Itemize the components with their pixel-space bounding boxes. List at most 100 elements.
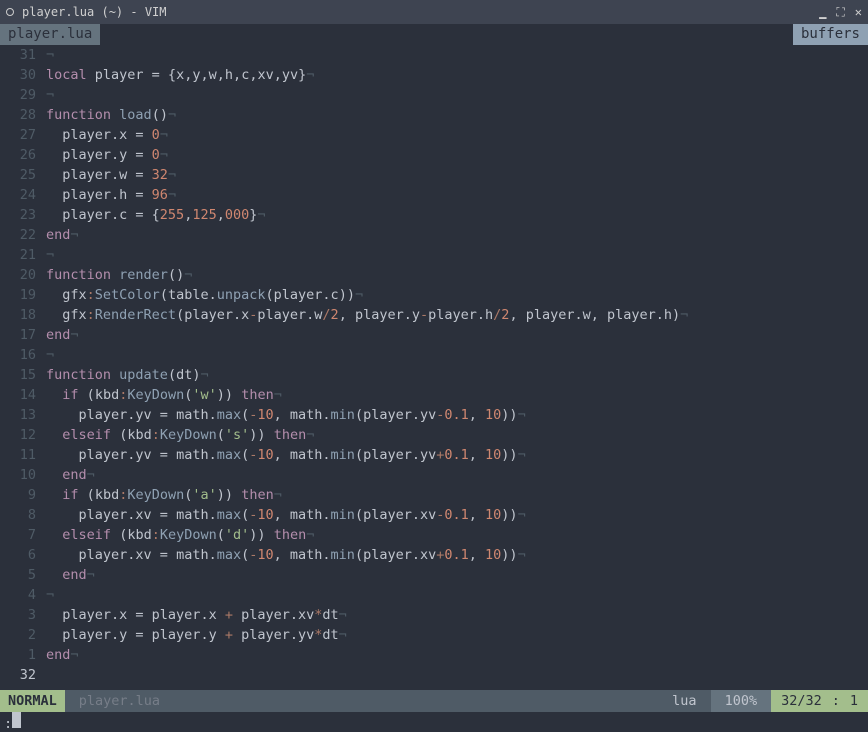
line-number: 11 <box>0 445 40 465</box>
code-line[interactable]: 10 end¬ <box>0 465 868 485</box>
code-line[interactable]: 29¬ <box>0 85 868 105</box>
code-content[interactable]: ¬ <box>40 85 868 105</box>
code-content[interactable]: if (kbd:KeyDown('a')) then¬ <box>40 485 868 505</box>
code-line[interactable]: 6 player.xv = math.max(-10, math.min(pla… <box>0 545 868 565</box>
line-number: 16 <box>0 345 40 365</box>
code-content[interactable]: player.xv = math.max(-10, math.min(playe… <box>40 545 868 565</box>
line-number: 25 <box>0 165 40 185</box>
code-line[interactable]: 16¬ <box>0 345 868 365</box>
code-line[interactable]: 15function update(dt)¬ <box>0 365 868 385</box>
code-content[interactable]: player.xv = math.max(-10, math.min(playe… <box>40 505 868 525</box>
code-line[interactable]: 30local player = {x,y,w,h,c,xv,yv}¬ <box>0 65 868 85</box>
code-line[interactable]: 24 player.h = 96¬ <box>0 185 868 205</box>
tab-buffers[interactable]: buffers <box>793 24 868 45</box>
code-content[interactable]: ¬ <box>40 585 868 605</box>
tab-bar: player.lua buffers <box>0 24 868 45</box>
code-line[interactable]: 32 <box>0 665 868 685</box>
code-content[interactable]: end¬ <box>40 565 868 585</box>
code-content[interactable]: player.x = player.x + player.xv*dt¬ <box>40 605 868 625</box>
code-line[interactable]: 20function render()¬ <box>0 265 868 285</box>
line-number: 14 <box>0 385 40 405</box>
code-line[interactable]: 26 player.y = 0¬ <box>0 145 868 165</box>
code-line[interactable]: 28function load()¬ <box>0 105 868 125</box>
tab-player-lua[interactable]: player.lua <box>0 24 100 45</box>
line-number: 15 <box>0 365 40 385</box>
code-line[interactable]: 8 player.xv = math.max(-10, math.min(pla… <box>0 505 868 525</box>
code-line[interactable]: 4¬ <box>0 585 868 605</box>
code-content[interactable]: function render()¬ <box>40 265 868 285</box>
status-mode: NORMAL <box>0 690 65 712</box>
status-bar: NORMAL player.lua lua 100% 32/32 : 1 <box>0 690 868 712</box>
line-number: 13 <box>0 405 40 425</box>
code-content[interactable]: player.h = 96¬ <box>40 185 868 205</box>
code-content[interactable]: ¬ <box>40 345 868 365</box>
code-line[interactable]: 18 gfx:RenderRect(player.x-player.w/2, p… <box>0 305 868 325</box>
code-line[interactable]: 14 if (kbd:KeyDown('w')) then¬ <box>0 385 868 405</box>
code-content[interactable]: function update(dt)¬ <box>40 365 868 385</box>
line-number: 1 <box>0 645 40 665</box>
line-number: 8 <box>0 505 40 525</box>
code-line[interactable]: 25 player.w = 32¬ <box>0 165 868 185</box>
line-number: 6 <box>0 545 40 565</box>
code-line[interactable]: 21¬ <box>0 245 868 265</box>
code-content[interactable] <box>40 665 868 685</box>
code-content[interactable]: local player = {x,y,w,h,c,xv,yv}¬ <box>40 65 868 85</box>
code-line[interactable]: 9 if (kbd:KeyDown('a')) then¬ <box>0 485 868 505</box>
status-percent: 100% <box>711 690 772 712</box>
line-number: 9 <box>0 485 40 505</box>
line-number: 10 <box>0 465 40 485</box>
code-content[interactable]: ¬ <box>40 45 868 65</box>
line-number: 27 <box>0 125 40 145</box>
line-number: 5 <box>0 565 40 585</box>
code-content[interactable]: player.y = 0¬ <box>40 145 868 165</box>
code-content[interactable]: player.y = player.y + player.yv*dt¬ <box>40 625 868 645</box>
code-content[interactable]: gfx:RenderRect(player.x-player.w/2, play… <box>40 305 868 325</box>
code-line[interactable]: 11 player.yv = math.max(-10, math.min(pl… <box>0 445 868 465</box>
code-line[interactable]: 7 elseif (kbd:KeyDown('d')) then¬ <box>0 525 868 545</box>
code-line[interactable]: 31¬ <box>0 45 868 65</box>
close-icon[interactable]: ✕ <box>855 5 862 19</box>
code-content[interactable]: end¬ <box>40 325 868 345</box>
code-content[interactable]: gfx:SetColor(table.unpack(player.c))¬ <box>40 285 868 305</box>
line-number: 12 <box>0 425 40 445</box>
code-content[interactable]: end¬ <box>40 465 868 485</box>
code-line[interactable]: 5 end¬ <box>0 565 868 585</box>
code-content[interactable]: player.c = {255,125,000}¬ <box>40 205 868 225</box>
code-content[interactable]: elseif (kbd:KeyDown('s')) then¬ <box>40 425 868 445</box>
code-line[interactable]: 13 player.yv = math.max(-10, math.min(pl… <box>0 405 868 425</box>
code-line[interactable]: 23 player.c = {255,125,000}¬ <box>0 205 868 225</box>
status-position: 32/32 : 1 <box>771 690 868 712</box>
code-content[interactable]: player.x = 0¬ <box>40 125 868 145</box>
code-line[interactable]: 27 player.x = 0¬ <box>0 125 868 145</box>
code-content[interactable]: player.yv = math.max(-10, math.min(playe… <box>40 445 868 465</box>
code-line[interactable]: 19 gfx:SetColor(table.unpack(player.c))¬ <box>0 285 868 305</box>
line-number: 24 <box>0 185 40 205</box>
status-sep: : <box>832 693 840 709</box>
status-col: 1 <box>850 693 858 709</box>
code-line[interactable]: 1end¬ <box>0 645 868 665</box>
line-number: 32 <box>0 665 40 685</box>
editor-area[interactable]: 31¬30local player = {x,y,w,h,c,xv,yv}¬29… <box>0 45 868 690</box>
maximize-icon[interactable]: ⛶ <box>836 5 844 20</box>
window-title: player.lua (~) - VIM <box>22 5 809 19</box>
code-content[interactable]: if (kbd:KeyDown('w')) then¬ <box>40 385 868 405</box>
code-line[interactable]: 2 player.y = player.y + player.yv*dt¬ <box>0 625 868 645</box>
code-line[interactable]: 12 elseif (kbd:KeyDown('s')) then¬ <box>0 425 868 445</box>
code-content[interactable]: end¬ <box>40 225 868 245</box>
status-file: player.lua <box>65 690 658 712</box>
minimize-icon[interactable]: ▁ <box>819 5 826 19</box>
code-line[interactable]: 22end¬ <box>0 225 868 245</box>
cursor <box>12 712 21 728</box>
code-content[interactable]: end¬ <box>40 645 868 665</box>
line-number: 3 <box>0 605 40 625</box>
code-content[interactable]: elseif (kbd:KeyDown('d')) then¬ <box>40 525 868 545</box>
code-content[interactable]: ¬ <box>40 245 868 265</box>
code-content[interactable]: function load()¬ <box>40 105 868 125</box>
status-mode-label: NORMAL <box>8 693 57 709</box>
command-line[interactable]: : <box>0 712 868 732</box>
code-line[interactable]: 17end¬ <box>0 325 868 345</box>
code-content[interactable]: player.yv = math.max(-10, math.min(playe… <box>40 405 868 425</box>
line-number: 29 <box>0 85 40 105</box>
code-line[interactable]: 3 player.x = player.x + player.xv*dt¬ <box>0 605 868 625</box>
code-content[interactable]: player.w = 32¬ <box>40 165 868 185</box>
